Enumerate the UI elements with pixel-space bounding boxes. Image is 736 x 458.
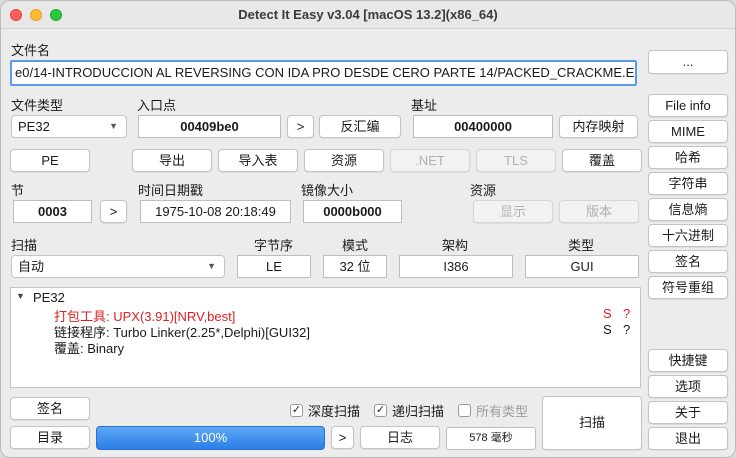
- all-types-checkbox[interactable]: 所有类型: [458, 401, 528, 420]
- hash-button[interactable]: 哈希: [648, 146, 728, 169]
- linker-info-q[interactable]: ?: [623, 322, 630, 337]
- type-field[interactable]: GUI: [525, 255, 639, 278]
- file-name-label: 文件名: [11, 43, 51, 58]
- scan-mode-select[interactable]: 自动 ▼: [11, 255, 225, 278]
- arch-label: 架构: [442, 238, 469, 253]
- checkmark-icon: ✓: [290, 404, 303, 417]
- sections-label: 节: [11, 183, 25, 198]
- mode-label: 模式: [342, 238, 369, 253]
- timestamp-label: 时间日期戳: [138, 183, 204, 198]
- resources-section-label: 资源: [470, 183, 497, 198]
- packer-signature-s[interactable]: S: [603, 306, 612, 321]
- scan-progress-bar: 100%: [96, 426, 325, 450]
- endian-label: 字节序: [254, 238, 294, 253]
- memory-map-button[interactable]: 内存映射: [559, 115, 638, 138]
- exit-button[interactable]: 退出: [648, 427, 728, 450]
- deep-scan-label: 深度扫描: [308, 404, 361, 419]
- dotnet-button[interactable]: .NET: [390, 149, 470, 172]
- resources-button[interactable]: 资源: [304, 149, 384, 172]
- title-bar: Detect It Easy v3.04 [macOS 13.2](x86_64…: [1, 1, 735, 29]
- hex-button[interactable]: 十六进制: [648, 224, 728, 247]
- scan-button[interactable]: 扫描: [542, 396, 642, 450]
- tree-root-item[interactable]: PE32: [33, 290, 65, 305]
- type-label: 类型: [568, 238, 595, 253]
- image-size-label: 镜像大小: [301, 183, 354, 198]
- recursive-scan-label: 递归扫描: [392, 404, 445, 419]
- packer-info-q[interactable]: ?: [623, 306, 630, 321]
- about-button[interactable]: 关于: [648, 401, 728, 424]
- expand-arrow-icon[interactable]: ▼: [16, 291, 25, 301]
- elapsed-time-field: 578 毫秒: [446, 427, 536, 450]
- file-type-select[interactable]: PE32 ▼: [11, 115, 127, 138]
- pe-button[interactable]: PE: [10, 149, 90, 172]
- shortcuts-button[interactable]: 快捷键: [648, 349, 728, 372]
- tls-button[interactable]: TLS: [476, 149, 556, 172]
- file-type-label: 文件类型: [11, 98, 64, 113]
- entry-point-next-button[interactable]: >: [287, 115, 314, 138]
- entry-point-field[interactable]: 00409be0: [138, 115, 281, 138]
- mode-field[interactable]: 32 位: [323, 255, 387, 278]
- deep-scan-checkbox[interactable]: ✓ 深度扫描: [290, 401, 360, 420]
- signatures-button[interactable]: 签名: [10, 397, 90, 420]
- file-path-input[interactable]: e0/14-INTRODUCCION AL REVERSING CON IDA …: [10, 60, 637, 86]
- sections-next-button[interactable]: >: [100, 200, 127, 223]
- chevron-down-icon: ▼: [109, 121, 118, 131]
- overlay-result-item[interactable]: 覆盖: Binary: [54, 338, 124, 357]
- demangle-button[interactable]: 符号重组: [648, 276, 728, 299]
- export-button[interactable]: 导出: [132, 149, 212, 172]
- overlay-button[interactable]: 覆盖: [562, 149, 642, 172]
- file-type-value: PE32: [18, 119, 50, 134]
- app-window: Detect It Easy v3.04 [macOS 13.2](x86_64…: [0, 0, 736, 458]
- endian-field[interactable]: LE: [237, 255, 311, 278]
- next-button[interactable]: >: [331, 426, 354, 449]
- chevron-down-icon: ▼: [207, 261, 216, 271]
- show-resources-button[interactable]: 显示: [473, 200, 553, 223]
- image-size-field[interactable]: 0000b000: [303, 200, 402, 223]
- scan-label: 扫描: [11, 238, 38, 253]
- window-title: Detect It Easy v3.04 [macOS 13.2](x86_64…: [238, 7, 498, 22]
- file-info-button[interactable]: File info: [648, 94, 728, 117]
- log-button[interactable]: 日志: [360, 426, 440, 449]
- checkmark-icon: ✓: [374, 404, 387, 417]
- base-address-label: 基址: [411, 98, 438, 113]
- entropy-button[interactable]: 信息熵: [648, 198, 728, 221]
- browse-button[interactable]: ...: [648, 50, 728, 74]
- options-button[interactable]: 选项: [648, 375, 728, 398]
- scan-mode-value: 自动: [18, 259, 45, 274]
- sections-field[interactable]: 0003: [13, 200, 92, 223]
- linker-signature-s[interactable]: S: [603, 322, 612, 337]
- import-button[interactable]: 导入表: [218, 149, 298, 172]
- empty-checkbox-icon: [458, 404, 471, 417]
- mime-button[interactable]: MIME: [648, 120, 728, 143]
- scan-results-tree[interactable]: ▼ PE32 打包工具: UPX(3.91)[NRV,best] S ? 链接程…: [10, 287, 641, 388]
- directory-button[interactable]: 目录: [10, 426, 90, 449]
- strings-button[interactable]: 字符串: [648, 172, 728, 195]
- recursive-scan-checkbox[interactable]: ✓ 递归扫描: [374, 401, 444, 420]
- disassemble-button[interactable]: 反汇编: [319, 115, 401, 138]
- version-button[interactable]: 版本: [559, 200, 639, 223]
- entry-point-label: 入口点: [137, 98, 177, 113]
- all-types-label: 所有类型: [476, 404, 529, 419]
- base-address-field[interactable]: 00400000: [413, 115, 553, 138]
- signatures-side-button[interactable]: 签名: [648, 250, 728, 273]
- arch-field[interactable]: I386: [399, 255, 513, 278]
- timestamp-field[interactable]: 1975-10-08 20:18:49: [140, 200, 291, 223]
